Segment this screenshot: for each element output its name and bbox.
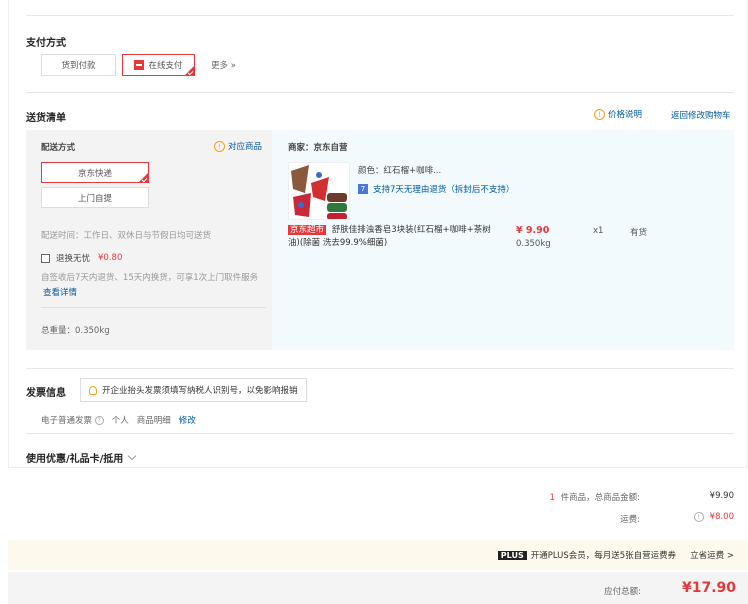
- view-detail-link[interactable]: 查看详情: [43, 288, 77, 298]
- freight-value: ¥8.00: [709, 512, 734, 522]
- payment-online-label: 在线支付: [148, 61, 183, 71]
- return-support: 7 支持7天无理由退货（拆封后不支持）: [358, 183, 514, 195]
- coupon-title: 使用优惠/礼品卡/抵用: [26, 454, 124, 465]
- selected-check-icon: [185, 66, 194, 75]
- invoice-tip-text: 开企业抬头发票须填写纳税人识别号，以免影响报销: [102, 386, 298, 396]
- divider: [26, 92, 734, 93]
- item-link[interactable]: ! 对应商品: [214, 140, 262, 152]
- back-to-cart-link[interactable]: 返回修改购物车: [671, 109, 731, 121]
- lightbulb-icon: [89, 385, 97, 395]
- jd-supermarket-badge: 京东超市: [288, 225, 327, 235]
- chevron-down-icon: [128, 451, 137, 461]
- invoice-content: 商品明细: [136, 416, 171, 426]
- divider: [26, 15, 734, 16]
- invoice-type-text: 电子普通发票: [41, 416, 93, 426]
- product-qty: x1: [593, 226, 604, 236]
- soap-product-image: [291, 165, 347, 219]
- divider: [26, 368, 734, 369]
- total-label: 应付总额:: [604, 587, 641, 597]
- invoice-details: 电子普通发票 ? 个人 商品明细 修改: [41, 414, 196, 426]
- total-amount: ¥17.90: [681, 580, 736, 596]
- help-icon[interactable]: ?: [94, 416, 104, 425]
- total-weight: 总重量：0.350kg: [41, 326, 110, 336]
- product-price: ¥ 9.90: [516, 225, 550, 236]
- summary-count: 1: [549, 493, 555, 503]
- product-weight: 0.350kg: [516, 239, 551, 249]
- return-service-row[interactable]: 退换无忧 ¥0.80: [41, 252, 122, 264]
- total-bar: 应付总额: ¥17.90: [8, 572, 748, 604]
- divider: [26, 433, 734, 434]
- product-color: 颜色：红石榴+咖啡...: [358, 166, 442, 176]
- return-desc: 自签收后7天内退货、15天内换货，可享1次上门取件服务 查看详情: [41, 271, 269, 301]
- online-pay-icon: [134, 60, 145, 70]
- payment-more-link[interactable]: 更多 »: [211, 59, 236, 71]
- product-name[interactable]: 京东超市 舒肤佳排浊香皂3块装(红石榴+咖啡+茶树油)(除菌 洗去99.9%细菌…: [288, 224, 498, 250]
- plus-text: 开通PLUS会员，每月送5张自营运费券: [530, 551, 677, 561]
- delivery-label: 配送方式: [41, 143, 76, 153]
- summary-amount: ¥9.90: [709, 491, 734, 501]
- price-note-label: 价格说明: [608, 110, 643, 120]
- price-note-link[interactable]: ! 价格说明: [594, 108, 642, 120]
- summary-count-label: 件商品，总商品金额:: [560, 493, 640, 503]
- payment-cod-label: 货到付款: [61, 61, 96, 71]
- divider: [41, 307, 266, 308]
- plus-badge: PLUS: [497, 550, 527, 560]
- delivery-panel: 配送方式 ! 对应商品 京东快递 上门自提 配送时间：工作日、双休日与节假日均可送…: [26, 130, 272, 350]
- selected-check-icon: [139, 173, 148, 182]
- invoice-header: 个人: [111, 416, 129, 426]
- return-price: ¥0.80: [98, 253, 123, 263]
- product-panel: 商家：京东自营 颜色：红石榴+咖啡... 7 支持7天无理由退货（拆封后不支持）…: [272, 130, 734, 350]
- plus-promo-bar: PLUS 开通PLUS会员，每月送5张自营运费券 立省运费 >: [8, 540, 748, 570]
- return-label: 退换无忧: [56, 254, 91, 264]
- seven-day-return-icon: 7: [358, 184, 368, 194]
- invoice-title: 发票信息: [26, 388, 66, 399]
- invoice-type: 电子普通发票 ?: [41, 414, 104, 426]
- return-support-text: 支持7天无理由退货（拆封后不支持）: [373, 185, 515, 195]
- merchant-name: 商家：京东自营: [288, 143, 348, 153]
- info-icon: !: [214, 141, 225, 152]
- plus-promo: PLUS 开通PLUS会员，每月送5张自营运费券 立省运费 >: [497, 549, 734, 561]
- payment-title: 支付方式: [26, 38, 66, 49]
- product-stock: 有货: [630, 228, 648, 238]
- payment-online-button[interactable]: 在线支付: [122, 54, 195, 76]
- freight-amount: ! ¥8.00: [693, 512, 734, 522]
- return-checkbox[interactable]: [41, 253, 50, 263]
- coupon-toggle[interactable]: 使用优惠/礼品卡/抵用: [26, 450, 137, 465]
- delivery-jd-express-button[interactable]: 京东快递: [41, 162, 149, 183]
- delivery-pickup-button[interactable]: 上门自提: [41, 187, 149, 208]
- product-image[interactable]: [288, 162, 350, 220]
- delivery-pickup-label: 上门自提: [77, 193, 112, 204]
- freight-info-icon[interactable]: !: [693, 512, 704, 522]
- plus-action-link[interactable]: 立省运费 >: [690, 549, 734, 561]
- delivery-jd-express-label: 京东快递: [77, 168, 112, 179]
- return-desc-text: 自签收后7天内退货、15天内换货，可享1次上门取件服务: [41, 273, 259, 283]
- payment-cod-button[interactable]: 货到付款: [41, 54, 116, 76]
- delivery-time: 配送时间：工作日、双休日与节假日均可送货: [41, 231, 212, 241]
- item-link-label: 对应商品: [228, 142, 263, 152]
- info-icon: !: [594, 109, 605, 120]
- invoice-edit-link[interactable]: 修改: [179, 414, 196, 426]
- shipping-list-title: 送货清单: [26, 113, 66, 124]
- summary-count-row: 1 件商品，总商品金额:: [550, 491, 641, 503]
- freight-label: 运费:: [620, 515, 640, 525]
- invoice-tip: 开企业抬头发票须填写纳税人识别号，以免影响报销: [80, 378, 307, 402]
